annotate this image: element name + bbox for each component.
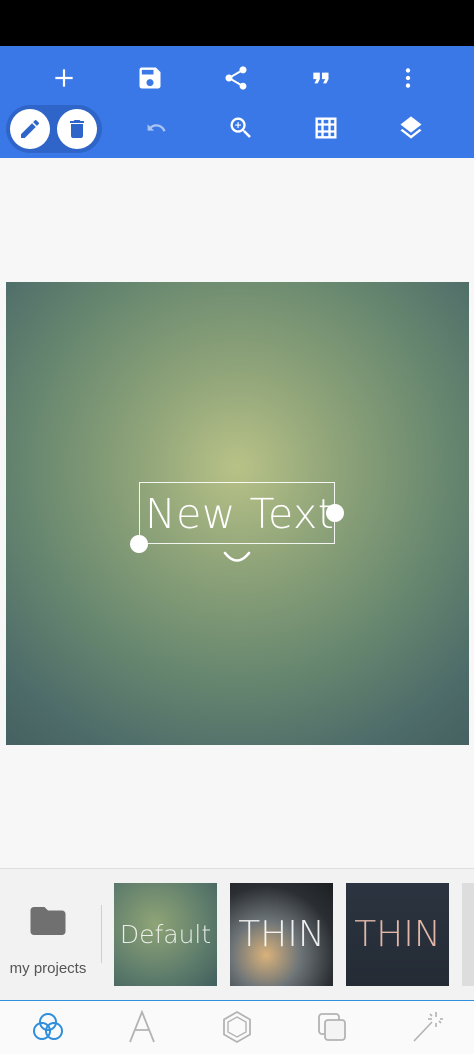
layers-icon[interactable] bbox=[389, 106, 433, 150]
layer-copy-icon[interactable] bbox=[312, 1007, 352, 1047]
save-icon[interactable] bbox=[128, 56, 172, 100]
delete-icon[interactable] bbox=[57, 109, 97, 149]
zoom-icon[interactable] bbox=[219, 106, 263, 150]
template-thin-dark[interactable]: THIN bbox=[346, 883, 449, 986]
scale-handle[interactable] bbox=[130, 535, 148, 553]
template-default[interactable]: Default bbox=[114, 883, 217, 986]
folder-icon bbox=[27, 900, 69, 947]
text-icon[interactable] bbox=[122, 1007, 162, 1047]
quote-icon[interactable] bbox=[300, 56, 344, 100]
resize-handle[interactable] bbox=[326, 504, 344, 522]
my-projects-label: my projects bbox=[9, 960, 87, 977]
divider bbox=[101, 905, 102, 963]
my-projects-button[interactable] bbox=[0, 870, 100, 998]
template-label: THIN bbox=[354, 914, 441, 955]
background-icon[interactable] bbox=[28, 1007, 68, 1047]
template-partial[interactable] bbox=[462, 883, 474, 986]
edit-icon[interactable] bbox=[10, 109, 50, 149]
magic-wand-icon[interactable] bbox=[407, 1007, 447, 1047]
shape-icon[interactable] bbox=[217, 1007, 257, 1047]
share-icon[interactable] bbox=[214, 56, 258, 100]
template-label: Default bbox=[119, 920, 212, 949]
template-label: THIN bbox=[238, 914, 325, 955]
text-layer[interactable]: New Text bbox=[145, 486, 345, 542]
grid-icon[interactable] bbox=[304, 106, 348, 150]
more-vert-icon[interactable] bbox=[386, 56, 430, 100]
status-bar bbox=[0, 0, 474, 46]
undo-icon[interactable] bbox=[134, 106, 178, 150]
template-thin-photo[interactable]: THIN bbox=[230, 883, 333, 986]
add-icon[interactable] bbox=[42, 56, 86, 100]
rotate-handle[interactable] bbox=[222, 548, 252, 568]
